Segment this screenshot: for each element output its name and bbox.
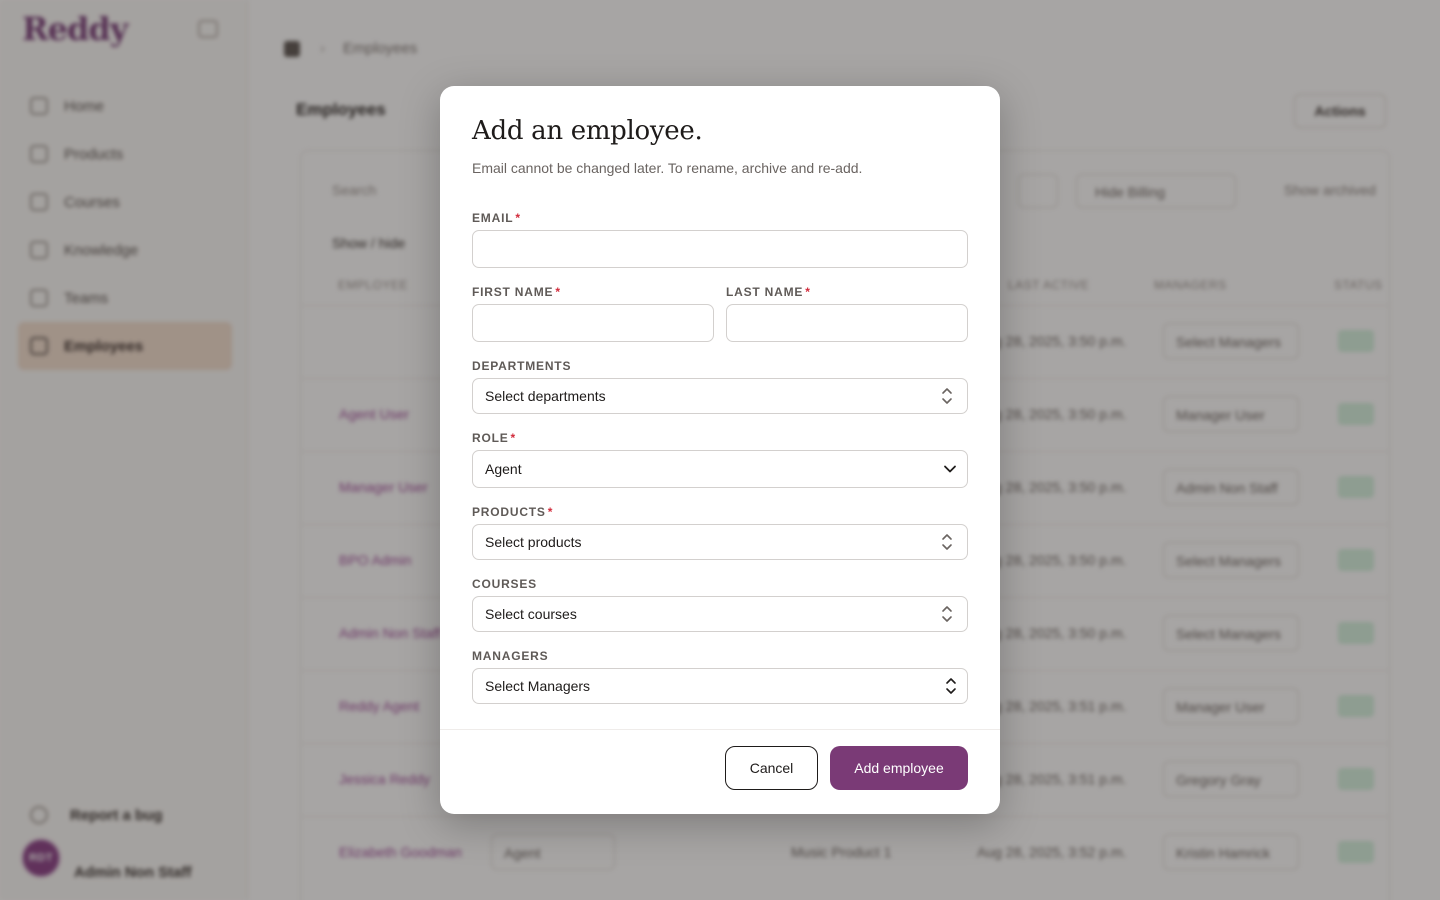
chevron-down-icon: [944, 465, 956, 473]
dialog-title: Add an employee.: [472, 116, 703, 146]
courses-select[interactable]: Select courses: [472, 596, 968, 632]
first-name-label: FIRST NAME *: [472, 285, 561, 299]
dialog-footer: Cancel Add employee: [440, 729, 1000, 814]
products-placeholder: Select products: [485, 534, 582, 550]
email-field[interactable]: [472, 230, 968, 268]
managers-placeholder: Select Managers: [485, 678, 591, 694]
products-label-text: PRODUCTS: [472, 505, 546, 519]
last-name-label: LAST NAME *: [726, 285, 811, 299]
required-marker: *: [547, 505, 554, 519]
chevron-up-down-icon: [942, 534, 952, 550]
chevron-up-down-icon: [942, 606, 952, 622]
chevron-up-down-icon: [942, 388, 952, 404]
last-name-label-text: LAST NAME: [726, 285, 804, 299]
role-select[interactable]: Agent: [472, 450, 968, 488]
add-employee-button[interactable]: Add employee: [830, 746, 968, 790]
first-name-label-text: FIRST NAME: [472, 285, 554, 299]
email-label: EMAIL *: [472, 211, 521, 225]
email-label-text: EMAIL: [472, 211, 514, 225]
managers-select[interactable]: Select Managers: [472, 668, 968, 704]
role-label-text: ROLE: [472, 431, 509, 445]
courses-placeholder: Select courses: [485, 606, 577, 622]
courses-label: COURSES: [472, 577, 537, 591]
managers-label: MANAGERS: [472, 649, 549, 663]
products-label: PRODUCTS *: [472, 505, 553, 519]
required-marker: *: [555, 285, 561, 299]
departments-label: DEPARTMENTS: [472, 359, 572, 373]
last-name-field[interactable]: [726, 304, 968, 342]
departments-select[interactable]: Select departments: [472, 378, 968, 414]
products-select[interactable]: Select products: [472, 524, 968, 560]
required-marker: *: [805, 285, 811, 299]
role-label: ROLE *: [472, 431, 516, 445]
cancel-button[interactable]: Cancel: [725, 746, 818, 790]
dialog-subtitle: Email cannot be changed later. To rename…: [472, 160, 863, 176]
departments-placeholder: Select departments: [485, 388, 606, 404]
role-value: Agent: [485, 461, 522, 477]
first-name-field[interactable]: [472, 304, 714, 342]
required-marker: *: [515, 211, 521, 225]
required-marker: *: [510, 431, 517, 445]
add-employee-dialog: Add an employee. Email cannot be changed…: [440, 86, 1000, 814]
chevron-up-down-icon: [946, 678, 956, 694]
